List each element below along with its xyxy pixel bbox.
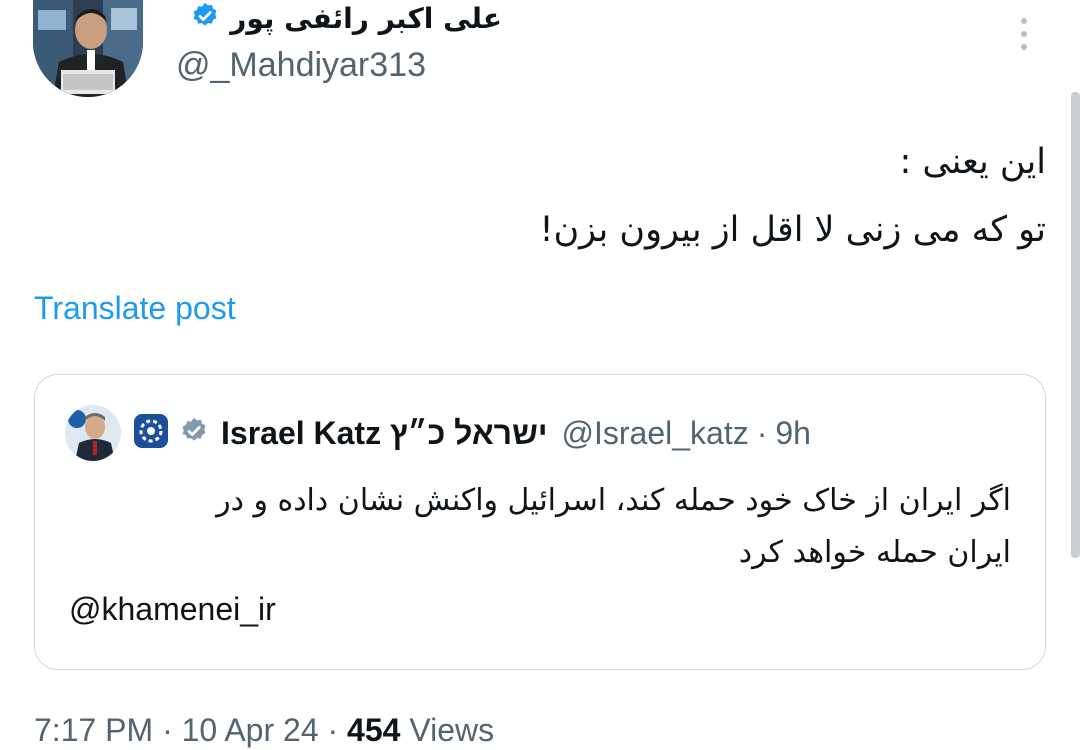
views-count[interactable]: 454 [347, 712, 400, 748]
quoted-tweet-card[interactable]: Israel Katz ישראל כ״ץ @Israel_katz · 9h … [34, 374, 1046, 670]
quoted-line: اگر ایران از خاک خود حمله کند، اسرائیل و… [216, 483, 1011, 518]
quoted-tweet-text: اگر ایران از خاک خود حمله کند، اسرائیل و… [71, 475, 1011, 579]
author-avatar[interactable] [33, 0, 143, 97]
more-options-icon[interactable] [1012, 14, 1036, 54]
quoted-header[interactable]: Israel Katz ישראל כ״ץ @Israel_katz · 9h [133, 407, 811, 459]
quoted-separator: · [756, 414, 768, 451]
tweet-meta: 7:17 PM · 10 Apr 24 · 454 Views [34, 712, 494, 749]
quoted-author-name: Israel Katz ישראל כ״ץ [221, 414, 548, 451]
tweet-text: این یعنی : تو که می زنی لا اقل از بیرون … [146, 128, 1046, 264]
quoted-author-handle: @Israel_katz [561, 414, 749, 451]
quoted-line: ایران حمله خواهد کرد [738, 535, 1011, 570]
tweet-line: تو که می زنی لا اقل از بیرون بزن! [539, 210, 1046, 250]
tweet-line: این یعنی : [899, 142, 1046, 182]
meta-separator: · [153, 712, 182, 748]
meta-separator: · [318, 712, 348, 748]
translate-post-link[interactable]: Translate post [34, 290, 236, 327]
author-display-name: علی اکبر رائفی پور [230, 1, 502, 35]
views-label: Views [400, 712, 495, 748]
author-handle[interactable]: @_Mahdiyar313 [176, 46, 426, 85]
quoted-timestamp[interactable]: 9h [775, 415, 811, 452]
author-name-row[interactable]: علی اکبر رائفی پور [190, 0, 502, 36]
verified-badge-icon [190, 1, 220, 36]
quoted-author-avatar[interactable] [65, 405, 121, 461]
verified-badge-gray-icon [179, 416, 209, 451]
tweet-date[interactable]: 10 Apr 24 [182, 712, 319, 748]
tweet-time[interactable]: 7:17 PM [34, 712, 153, 748]
organization-emblem-icon [133, 413, 169, 454]
scrollbar-thumb[interactable] [1071, 92, 1080, 558]
quoted-mention[interactable]: @khamenei_ir [69, 591, 276, 628]
